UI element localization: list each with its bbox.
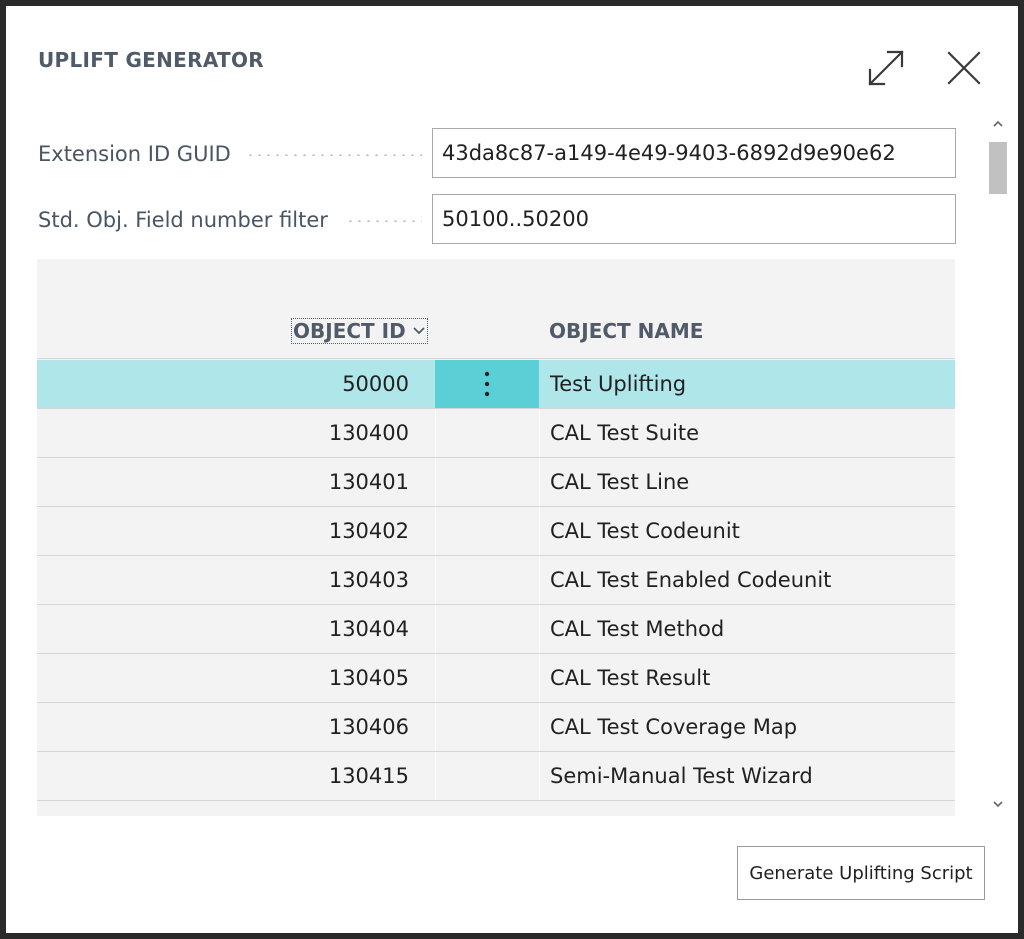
- table-row[interactable]: 130403 CAL Test Enabled Codeunit: [37, 556, 955, 605]
- grid-header: OBJECT ID OBJECT NAME: [37, 259, 955, 359]
- object-id-cell: 130400: [328, 421, 409, 445]
- vertical-ellipsis-icon: [484, 371, 490, 397]
- object-id-cell: 130404: [328, 617, 409, 641]
- column-separator: [435, 556, 436, 604]
- column-separator: [435, 458, 436, 506]
- uplift-generator-dialog: UPLIFT GENERATOR Extension ID GUID Std. …: [6, 6, 1018, 933]
- column-separator: [539, 654, 540, 702]
- object-name-cell: CAL Test Enabled Codeunit: [550, 568, 832, 592]
- column-separator: [539, 703, 540, 751]
- column-separator: [435, 752, 436, 800]
- object-id-cell: 130403: [328, 568, 409, 592]
- column-separator: [539, 752, 540, 800]
- field-filter-input[interactable]: [432, 194, 956, 244]
- column-separator: [539, 409, 540, 457]
- object-id-cell: 130406: [328, 715, 409, 739]
- vertical-scrollbar[interactable]: [988, 114, 1008, 814]
- expand-button[interactable]: [864, 46, 908, 90]
- column-separator: [435, 605, 436, 653]
- column-separator: [539, 556, 540, 604]
- row-actions-button[interactable]: [435, 360, 539, 408]
- column-separator: [539, 458, 540, 506]
- extension-id-label: Extension ID GUID: [38, 142, 231, 166]
- object-name-cell: CAL Test Suite: [550, 421, 700, 445]
- table-row[interactable]: 130415 Semi-Manual Test Wizard: [37, 752, 955, 801]
- chevron-down-icon: [413, 327, 425, 335]
- object-id-column-header[interactable]: OBJECT ID: [291, 318, 428, 344]
- leader-dots: [246, 154, 422, 156]
- object-name-cell: CAL Test Result: [550, 666, 711, 690]
- scroll-thumb[interactable]: [989, 142, 1007, 194]
- column-separator: [435, 703, 436, 751]
- table-row[interactable]: 130405 CAL Test Result: [37, 654, 955, 703]
- field-filter-label: Std. Obj. Field number filter: [38, 208, 328, 232]
- scroll-up-button[interactable]: [988, 114, 1008, 134]
- column-separator: [435, 409, 436, 457]
- scroll-down-button[interactable]: [988, 794, 1008, 814]
- object-id-cell: 130402: [328, 519, 409, 543]
- close-button[interactable]: [944, 48, 984, 88]
- object-id-header-label: OBJECT ID: [293, 319, 406, 343]
- extension-id-input[interactable]: [432, 128, 956, 178]
- generate-uplifting-script-button[interactable]: Generate Uplifting Script: [737, 846, 985, 900]
- close-icon: [947, 51, 981, 85]
- table-row[interactable]: 130400 CAL Test Suite: [37, 409, 955, 458]
- column-separator: [435, 654, 436, 702]
- object-name-cell: CAL Test Coverage Map: [550, 715, 798, 739]
- object-id-cell: 130405: [328, 666, 409, 690]
- table-row[interactable]: 130406 CAL Test Coverage Map: [37, 703, 955, 752]
- dialog-title: UPLIFT GENERATOR: [38, 48, 265, 72]
- object-name-cell: CAL Test Method: [550, 617, 725, 641]
- object-id-cell: 130401: [328, 470, 409, 494]
- column-separator: [539, 605, 540, 653]
- expand-icon: [868, 50, 904, 86]
- leader-dots: [346, 220, 422, 222]
- object-id-cell: 130415: [328, 764, 409, 788]
- table-row[interactable]: 50000 Test Uplifting: [37, 360, 955, 409]
- object-name-cell: CAL Test Line: [550, 470, 690, 494]
- object-name-cell: Test Uplifting: [550, 372, 687, 396]
- column-separator: [539, 507, 540, 555]
- object-name-cell: CAL Test Codeunit: [550, 519, 740, 543]
- object-name-column-header[interactable]: OBJECT NAME: [549, 319, 703, 343]
- object-id-cell: 50000: [342, 372, 409, 396]
- column-separator: [435, 507, 436, 555]
- chevron-down-icon: [993, 801, 1003, 808]
- table-row[interactable]: 130402 CAL Test Codeunit: [37, 507, 955, 556]
- table-row[interactable]: 130401 CAL Test Line: [37, 458, 955, 507]
- objects-grid: OBJECT ID OBJECT NAME 50000 Test Upliftin…: [37, 259, 955, 816]
- table-row[interactable]: 130404 CAL Test Method: [37, 605, 955, 654]
- chevron-up-icon: [993, 120, 1003, 127]
- object-name-cell: Semi-Manual Test Wizard: [550, 764, 813, 788]
